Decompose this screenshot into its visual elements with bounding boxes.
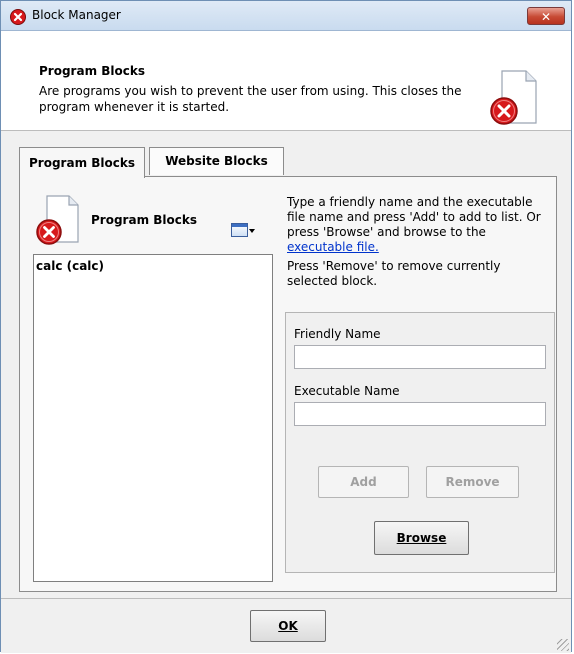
instructions-text: Type a friendly name and the executable … [287,195,549,289]
close-button[interactable]: ✕ [527,7,565,25]
add-button[interactable]: Add [318,466,409,498]
header-description: Are programs you wish to prevent the use… [39,84,462,114]
browse-button[interactable]: Browse [374,521,469,555]
remove-button[interactable]: Remove [426,466,519,498]
footer: OK [1,598,571,653]
instructions-remove: Press 'Remove' to remove currently selec… [287,259,501,288]
list-header-label: Program Blocks [91,213,197,227]
friendly-name-field[interactable] [294,345,546,369]
browse-button-label: Browse [396,531,447,545]
title-bar[interactable]: Block Manager ✕ [1,1,571,31]
blocked-document-icon [488,67,540,129]
header-panel: Program Blocks Are programs you wish to … [1,31,571,131]
tab-program-blocks[interactable]: Program Blocks [19,147,145,178]
remove-button-label: Remove [445,475,500,489]
view-mode-icon [231,223,248,237]
executable-file-link[interactable]: executable file. [287,240,379,254]
window-title: Block Manager [32,8,121,22]
friendly-name-label: Friendly Name [294,327,381,341]
add-button-label: Add [350,475,377,489]
ok-button-label: OK [278,619,298,633]
ok-button[interactable]: OK [250,610,326,642]
view-mode-button[interactable] [231,221,255,241]
resize-grip-icon[interactable] [557,639,569,651]
dropdown-arrow-icon [249,229,255,233]
close-icon: ✕ [540,10,552,24]
header-title: Program Blocks [39,64,145,78]
blocked-document-icon [35,194,81,248]
tab-website-blocks[interactable]: Website Blocks [149,147,284,175]
executable-name-field[interactable] [294,402,546,426]
instructions-part1: Type a friendly name and the executable … [287,195,541,239]
error-icon [10,9,26,25]
block-manager-window: Block Manager ✕ Program Blocks Are progr… [0,0,572,653]
program-blocks-list[interactable]: calc (calc) [33,254,273,582]
executable-name-label: Executable Name [294,384,400,398]
list-item[interactable]: calc (calc) [36,259,104,273]
instructions-paragraph: Type a friendly name and the executable … [287,195,549,255]
